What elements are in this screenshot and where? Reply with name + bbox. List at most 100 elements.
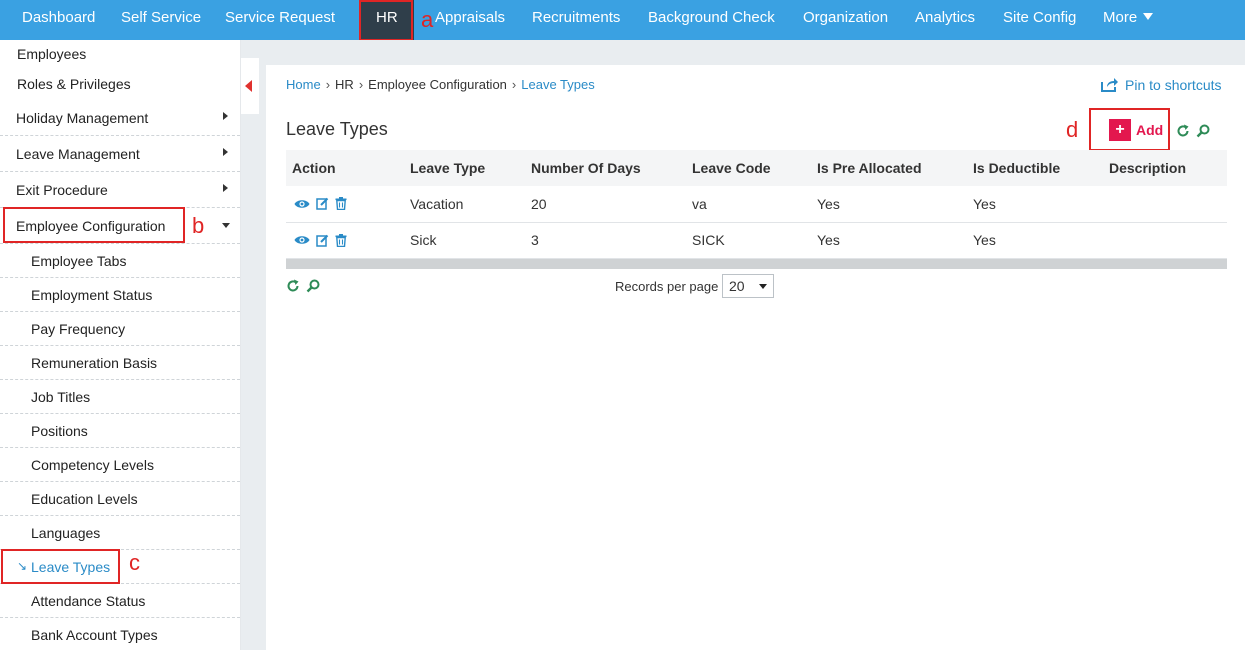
sidebar-subitem-employment-status[interactable]: Employment Status bbox=[0, 278, 240, 312]
sidebar-subitem-label: Competency Levels bbox=[31, 457, 154, 473]
column-header-description[interactable]: Description bbox=[1103, 150, 1227, 186]
breadcrumb-separator-icon: › bbox=[358, 77, 364, 92]
sidebar-subitem-label: Remuneration Basis bbox=[31, 355, 158, 371]
records-per-page-label: Records per page bbox=[615, 279, 719, 294]
column-header-number-of-days[interactable]: Number Of Days bbox=[525, 150, 686, 186]
annotation-letter-d: d bbox=[1066, 117, 1079, 142]
delete-trash-icon[interactable] bbox=[335, 233, 347, 247]
sidebar-collapse-button[interactable] bbox=[241, 58, 259, 114]
sidebar-subitem-languages[interactable]: Languages bbox=[0, 516, 240, 550]
sidebar-subitem-label: Bank Account Types bbox=[31, 627, 158, 643]
caret-down-icon bbox=[1143, 13, 1154, 20]
refresh-icon[interactable] bbox=[1176, 124, 1190, 138]
view-eye-icon[interactable] bbox=[294, 198, 310, 210]
sidebar-subitem-remuneration-basis[interactable]: Remuneration Basis bbox=[0, 346, 240, 380]
cell-is-pre-allocated: Yes bbox=[811, 222, 967, 259]
edit-icon[interactable] bbox=[316, 197, 329, 210]
nav-background-check[interactable]: Background Check bbox=[648, 0, 775, 36]
column-header-is-deductible[interactable]: Is Deductible bbox=[967, 150, 1103, 186]
table-row: Sick 3 SICK Yes Yes bbox=[286, 222, 1227, 259]
nav-dashboard[interactable]: Dashboard bbox=[22, 0, 95, 36]
sidebar-section-label: Holiday Management bbox=[16, 110, 149, 126]
annotation-letter-b: b bbox=[192, 213, 205, 238]
cell-is-deductible: Yes bbox=[967, 186, 1103, 223]
annotation-letter-c: c bbox=[129, 550, 140, 575]
sidebar-subitem-attendance-status[interactable]: Attendance Status bbox=[0, 584, 240, 618]
column-header-is-pre-allocated[interactable]: Is Pre Allocated bbox=[811, 150, 967, 186]
cell-leave-code: SICK bbox=[686, 222, 811, 259]
horizontal-scrollbar[interactable] bbox=[286, 259, 1227, 269]
cell-is-pre-allocated: Yes bbox=[811, 186, 967, 223]
nav-recruitments[interactable]: Recruitments bbox=[532, 0, 620, 36]
nav-organization[interactable]: Organization bbox=[803, 0, 888, 36]
sidebar-subitem-bank-account-types[interactable]: Bank Account Types bbox=[0, 618, 240, 652]
cell-description bbox=[1103, 186, 1227, 223]
sidebar-subitem-competency-levels[interactable]: Competency Levels bbox=[0, 448, 240, 482]
pin-label: Pin to shortcuts bbox=[1125, 77, 1222, 93]
pager-refresh-icon[interactable] bbox=[286, 279, 300, 293]
chevron-right-icon bbox=[223, 148, 228, 156]
sidebar-subitem-label: Employment Status bbox=[31, 287, 153, 303]
sidebar-item-employees[interactable]: Employees bbox=[17, 46, 217, 66]
cell-leave-code: va bbox=[686, 186, 811, 223]
sidebar-gutter bbox=[241, 40, 266, 650]
sidebar-subitem-education-levels[interactable]: Education Levels bbox=[0, 482, 240, 516]
breadcrumb-leave-types: Leave Types bbox=[521, 77, 595, 92]
search-icon[interactable] bbox=[1196, 124, 1210, 138]
breadcrumb-separator-icon: › bbox=[511, 77, 517, 92]
sidebar-subitem-label: Positions bbox=[31, 423, 88, 439]
view-eye-icon[interactable] bbox=[294, 234, 310, 246]
nav-more-label: More bbox=[1103, 9, 1138, 26]
column-header-leave-type[interactable]: Leave Type bbox=[404, 150, 525, 186]
sidebar-section-label: Leave Management bbox=[16, 146, 140, 162]
nav-site-config[interactable]: Site Config bbox=[1003, 0, 1076, 36]
delete-trash-icon[interactable] bbox=[335, 197, 347, 211]
breadcrumb: Home › HR › Employee Configuration › Leave Typ… bbox=[286, 77, 595, 92]
leave-types-table: Action Leave Type Number Of Days Leave C… bbox=[286, 150, 1227, 259]
sidebar-subitem-label: Education Levels bbox=[31, 491, 138, 507]
edit-icon[interactable] bbox=[316, 234, 329, 247]
breadcrumb-employee-configuration[interactable]: Employee Configuration bbox=[368, 77, 507, 92]
share-icon bbox=[1101, 78, 1118, 92]
sidebar-subitem-label: Job Titles bbox=[31, 389, 91, 405]
pin-to-shortcuts-link[interactable]: Pin to shortcuts bbox=[1101, 77, 1222, 93]
cell-number-of-days: 3 bbox=[525, 222, 686, 259]
sidebar-subitem-label: Pay Frequency bbox=[31, 321, 126, 337]
nav-appraisals[interactable]: Appraisals bbox=[435, 0, 505, 36]
records-per-page-value: 20 bbox=[729, 278, 745, 294]
nav-more[interactable]: More bbox=[1103, 0, 1154, 36]
records-per-page-select[interactable]: 20 bbox=[722, 274, 774, 298]
nav-service-request[interactable]: Service Request bbox=[225, 0, 335, 36]
sidebar-item-holiday-management[interactable]: Holiday Management bbox=[0, 100, 240, 136]
sidebar-item-roles-privileges[interactable]: Roles & Privileges bbox=[17, 76, 217, 96]
sidebar-subitem-pay-frequency[interactable]: Pay Frequency bbox=[0, 312, 240, 346]
column-header-leave-code[interactable]: Leave Code bbox=[686, 150, 811, 186]
column-header-action: Action bbox=[286, 150, 404, 186]
sidebar-subitem-employee-tabs[interactable]: Employee Tabs bbox=[0, 244, 240, 278]
sidebar-subitem-positions[interactable]: Positions bbox=[0, 414, 240, 448]
page-title: Leave Types bbox=[286, 119, 388, 139]
breadcrumb-separator-icon: › bbox=[325, 77, 331, 92]
breadcrumb-hr[interactable]: HR bbox=[335, 77, 354, 92]
pager-search-icon[interactable] bbox=[306, 279, 320, 293]
collapse-left-icon bbox=[245, 80, 252, 92]
annotation-box-d bbox=[1089, 108, 1170, 151]
sidebar-subitem-label: Languages bbox=[31, 525, 101, 541]
breadcrumb-home[interactable]: Home bbox=[286, 77, 321, 92]
sidebar-subitem-label: Employee Tabs bbox=[31, 253, 127, 269]
annotation-letter-a: a bbox=[421, 7, 434, 32]
nav-self-service[interactable]: Self Service bbox=[121, 0, 201, 36]
sidebar-item-leave-management[interactable]: Leave Management bbox=[0, 136, 240, 172]
sidebar-subitem-job-titles[interactable]: Job Titles bbox=[0, 380, 240, 414]
row-actions bbox=[286, 186, 404, 223]
cell-is-deductible: Yes bbox=[967, 222, 1103, 259]
table-header-row: Action Leave Type Number Of Days Leave C… bbox=[286, 150, 1227, 186]
sidebar-subitem-label: Attendance Status bbox=[31, 593, 146, 609]
top-navbar: Dashboard Self Service Service Request H… bbox=[0, 0, 1245, 40]
annotation-box-c bbox=[1, 549, 120, 584]
nav-analytics[interactable]: Analytics bbox=[915, 0, 975, 36]
sidebar-item-exit-procedure[interactable]: Exit Procedure bbox=[0, 172, 240, 208]
annotation-box-b bbox=[3, 207, 185, 243]
annotation-box-a bbox=[359, 0, 413, 41]
cell-leave-type: Vacation bbox=[404, 186, 525, 223]
